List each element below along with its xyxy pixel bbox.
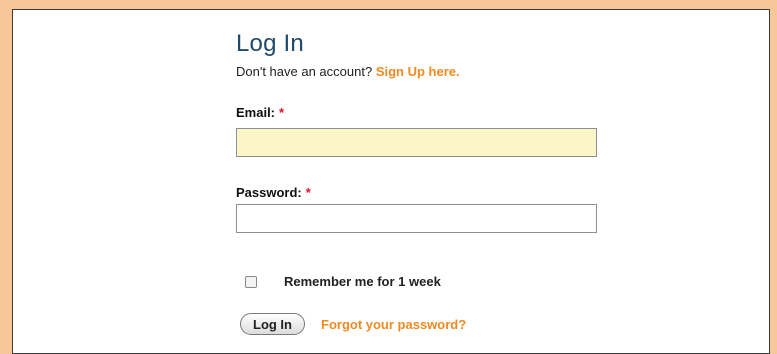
- email-required-marker: *: [279, 105, 285, 120]
- page-title: Log In: [236, 30, 304, 57]
- forgot-password-link[interactable]: Forgot your password?: [321, 317, 466, 332]
- remember-me-checkbox[interactable]: [245, 275, 257, 288]
- password-label-text: Password:: [236, 185, 302, 200]
- email-field[interactable]: [236, 128, 597, 157]
- email-label: Email: *: [236, 106, 284, 120]
- password-field[interactable]: [236, 204, 597, 233]
- password-required-marker: *: [305, 185, 311, 200]
- signup-prompt-text: Don't have an account?: [236, 64, 373, 79]
- remember-me-label: Remember me for 1 week: [284, 274, 441, 289]
- form-actions: Log In Forgot your password?: [240, 313, 466, 335]
- signup-prompt-line: Don't have an account? Sign Up here.: [236, 65, 616, 79]
- remember-me-row: Remember me for 1 week: [245, 274, 441, 289]
- signup-link[interactable]: Sign Up here.: [376, 64, 460, 79]
- password-label: Password: *: [236, 186, 311, 200]
- login-panel: Log In Don't have an account? Sign Up he…: [12, 9, 770, 354]
- login-form: Log In Don't have an account? Sign Up he…: [236, 30, 616, 335]
- email-label-text: Email:: [236, 105, 276, 120]
- login-button[interactable]: Log In: [240, 313, 305, 335]
